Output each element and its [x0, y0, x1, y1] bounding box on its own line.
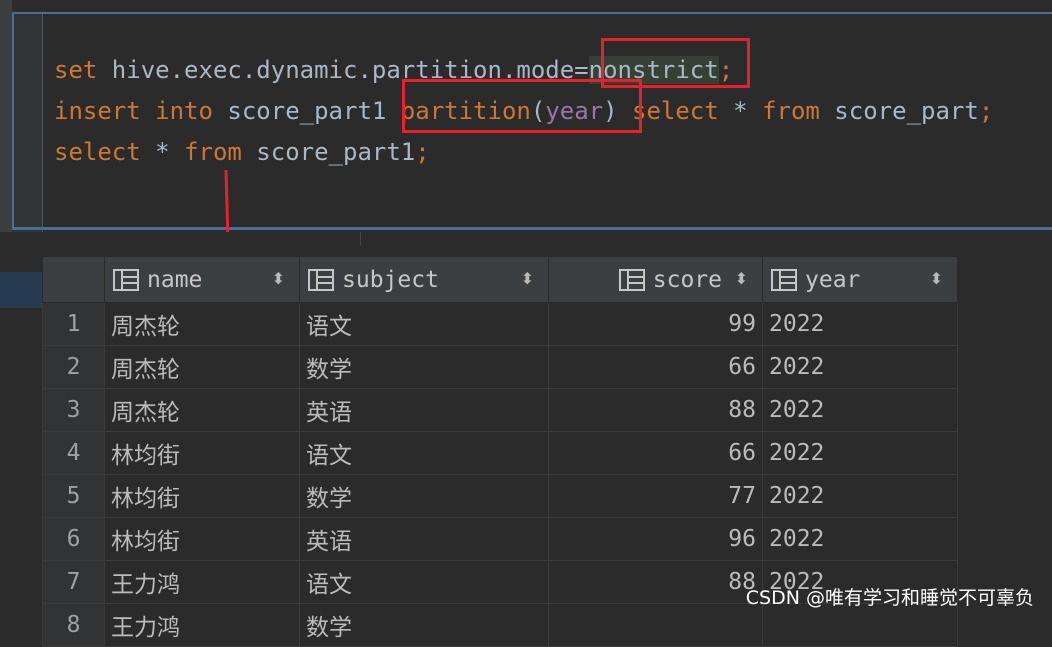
cell-subject[interactable]: 英语 — [299, 388, 549, 432]
code-token: score_part1 — [241, 138, 416, 166]
column-header-name[interactable]: name ⬍ — [104, 256, 300, 303]
annotation-box-partition — [402, 79, 642, 133]
cell-score[interactable]: 66 — [548, 431, 763, 475]
row-number[interactable]: 6 — [42, 517, 105, 561]
table-row[interactable]: 6 林均街 英语 96 2022 — [42, 517, 958, 561]
editor-left-rail — [0, 0, 12, 232]
row-number-header — [42, 256, 105, 303]
cell-year[interactable]: 2022 — [762, 431, 958, 475]
cell-name[interactable]: 王力鸿 — [104, 560, 300, 604]
row-number[interactable]: 1 — [42, 302, 105, 346]
code-token: ; — [978, 97, 994, 125]
cell-subject[interactable]: 数学 — [299, 474, 549, 518]
watermark: CSDN @唯有学习和睡觉不可辜负 — [745, 587, 1034, 609]
table-row[interactable]: 3 周杰轮 英语 88 2022 — [42, 388, 958, 432]
row-number[interactable]: 4 — [42, 431, 105, 475]
cell-subject[interactable]: 语文 — [299, 431, 549, 475]
column-label: year — [805, 266, 861, 293]
cell-name[interactable]: 林均街 — [104, 431, 300, 475]
cell-year[interactable]: 2022 — [762, 388, 958, 432]
row-number[interactable]: 2 — [42, 345, 105, 389]
sort-icon[interactable]: ⬍ — [930, 269, 943, 288]
cell-subject[interactable]: 语文 — [299, 560, 549, 604]
cell-name[interactable]: 林均街 — [104, 474, 300, 518]
column-header-subject[interactable]: subject ⬍ — [299, 256, 549, 303]
code-token: from — [184, 138, 242, 166]
table-row[interactable]: 1 周杰轮 语文 99 2022 — [42, 302, 958, 346]
header-row: name ⬍ subject ⬍ score ⬍ year ⬍ — [42, 256, 958, 303]
cell-name[interactable]: 周杰轮 — [104, 345, 300, 389]
code-token: score_part — [819, 97, 979, 125]
table-row[interactable]: 5 林均街 数学 77 2022 — [42, 474, 958, 518]
sort-icon[interactable]: ⬍ — [521, 269, 534, 288]
column-label: name — [147, 266, 203, 293]
column-icon — [771, 269, 797, 291]
code-token: insert into — [54, 97, 213, 125]
cell-subject[interactable]: 语文 — [299, 302, 549, 346]
column-label: subject — [342, 266, 439, 293]
cell-subject[interactable]: 数学 — [299, 345, 549, 389]
cell-name[interactable]: 王力鸿 — [104, 603, 300, 647]
code-token: ; — [415, 138, 430, 166]
row-number[interactable]: 5 — [42, 474, 105, 518]
column-icon — [618, 269, 645, 291]
code-token: from — [762, 97, 820, 125]
cell-subject[interactable]: 英语 — [299, 517, 549, 561]
cell-year[interactable]: 2022 — [762, 474, 958, 518]
column-icon — [308, 269, 334, 291]
cell-name[interactable]: 周杰轮 — [104, 302, 300, 346]
sort-icon[interactable]: ⬍ — [272, 269, 285, 288]
column-icon — [113, 269, 139, 291]
cell-year[interactable]: 2022 — [762, 302, 958, 346]
cell-year[interactable]: 2022 — [762, 345, 958, 389]
column-label: score — [652, 266, 722, 293]
row-number[interactable]: 7 — [42, 560, 105, 604]
cell-subject[interactable]: 数学 — [299, 603, 549, 647]
cell-score[interactable]: 66 — [548, 345, 763, 389]
cell-name[interactable]: 林均街 — [104, 517, 300, 561]
column-header-score[interactable]: score ⬍ — [548, 256, 763, 303]
cell-score[interactable] — [548, 603, 763, 647]
code-line[interactable]: select * from score_part1; — [54, 132, 993, 173]
sort-icon[interactable]: ⬍ — [735, 269, 748, 288]
side-panel-highlight — [0, 272, 42, 308]
code-token: select — [54, 138, 141, 166]
column-header-year[interactable]: year ⬍ — [762, 256, 958, 303]
sql-editor[interactable]: set hive.exec.dynamic.partition.mode=non… — [0, 0, 1052, 292]
cell-score[interactable]: 88 — [548, 388, 763, 432]
cell-year[interactable]: 2022 — [762, 517, 958, 561]
results-toolbar — [360, 232, 861, 246]
table-row[interactable]: 2 周杰轮 数学 66 2022 — [42, 345, 958, 389]
row-number[interactable]: 8 — [42, 603, 105, 647]
cell-score[interactable]: 96 — [548, 517, 763, 561]
code-token: * — [718, 97, 763, 125]
cell-score[interactable]: 77 — [548, 474, 763, 518]
code-token: * — [140, 138, 185, 166]
cell-name[interactable]: 周杰轮 — [104, 388, 300, 432]
code-token: set — [54, 56, 98, 84]
table-row[interactable]: 4 林均街 语文 66 2022 — [42, 431, 958, 475]
code-token: score_part1 — [212, 97, 401, 125]
cell-score[interactable]: 99 — [548, 302, 763, 346]
cell-score[interactable]: 88 — [548, 560, 763, 604]
row-number[interactable]: 3 — [42, 388, 105, 432]
